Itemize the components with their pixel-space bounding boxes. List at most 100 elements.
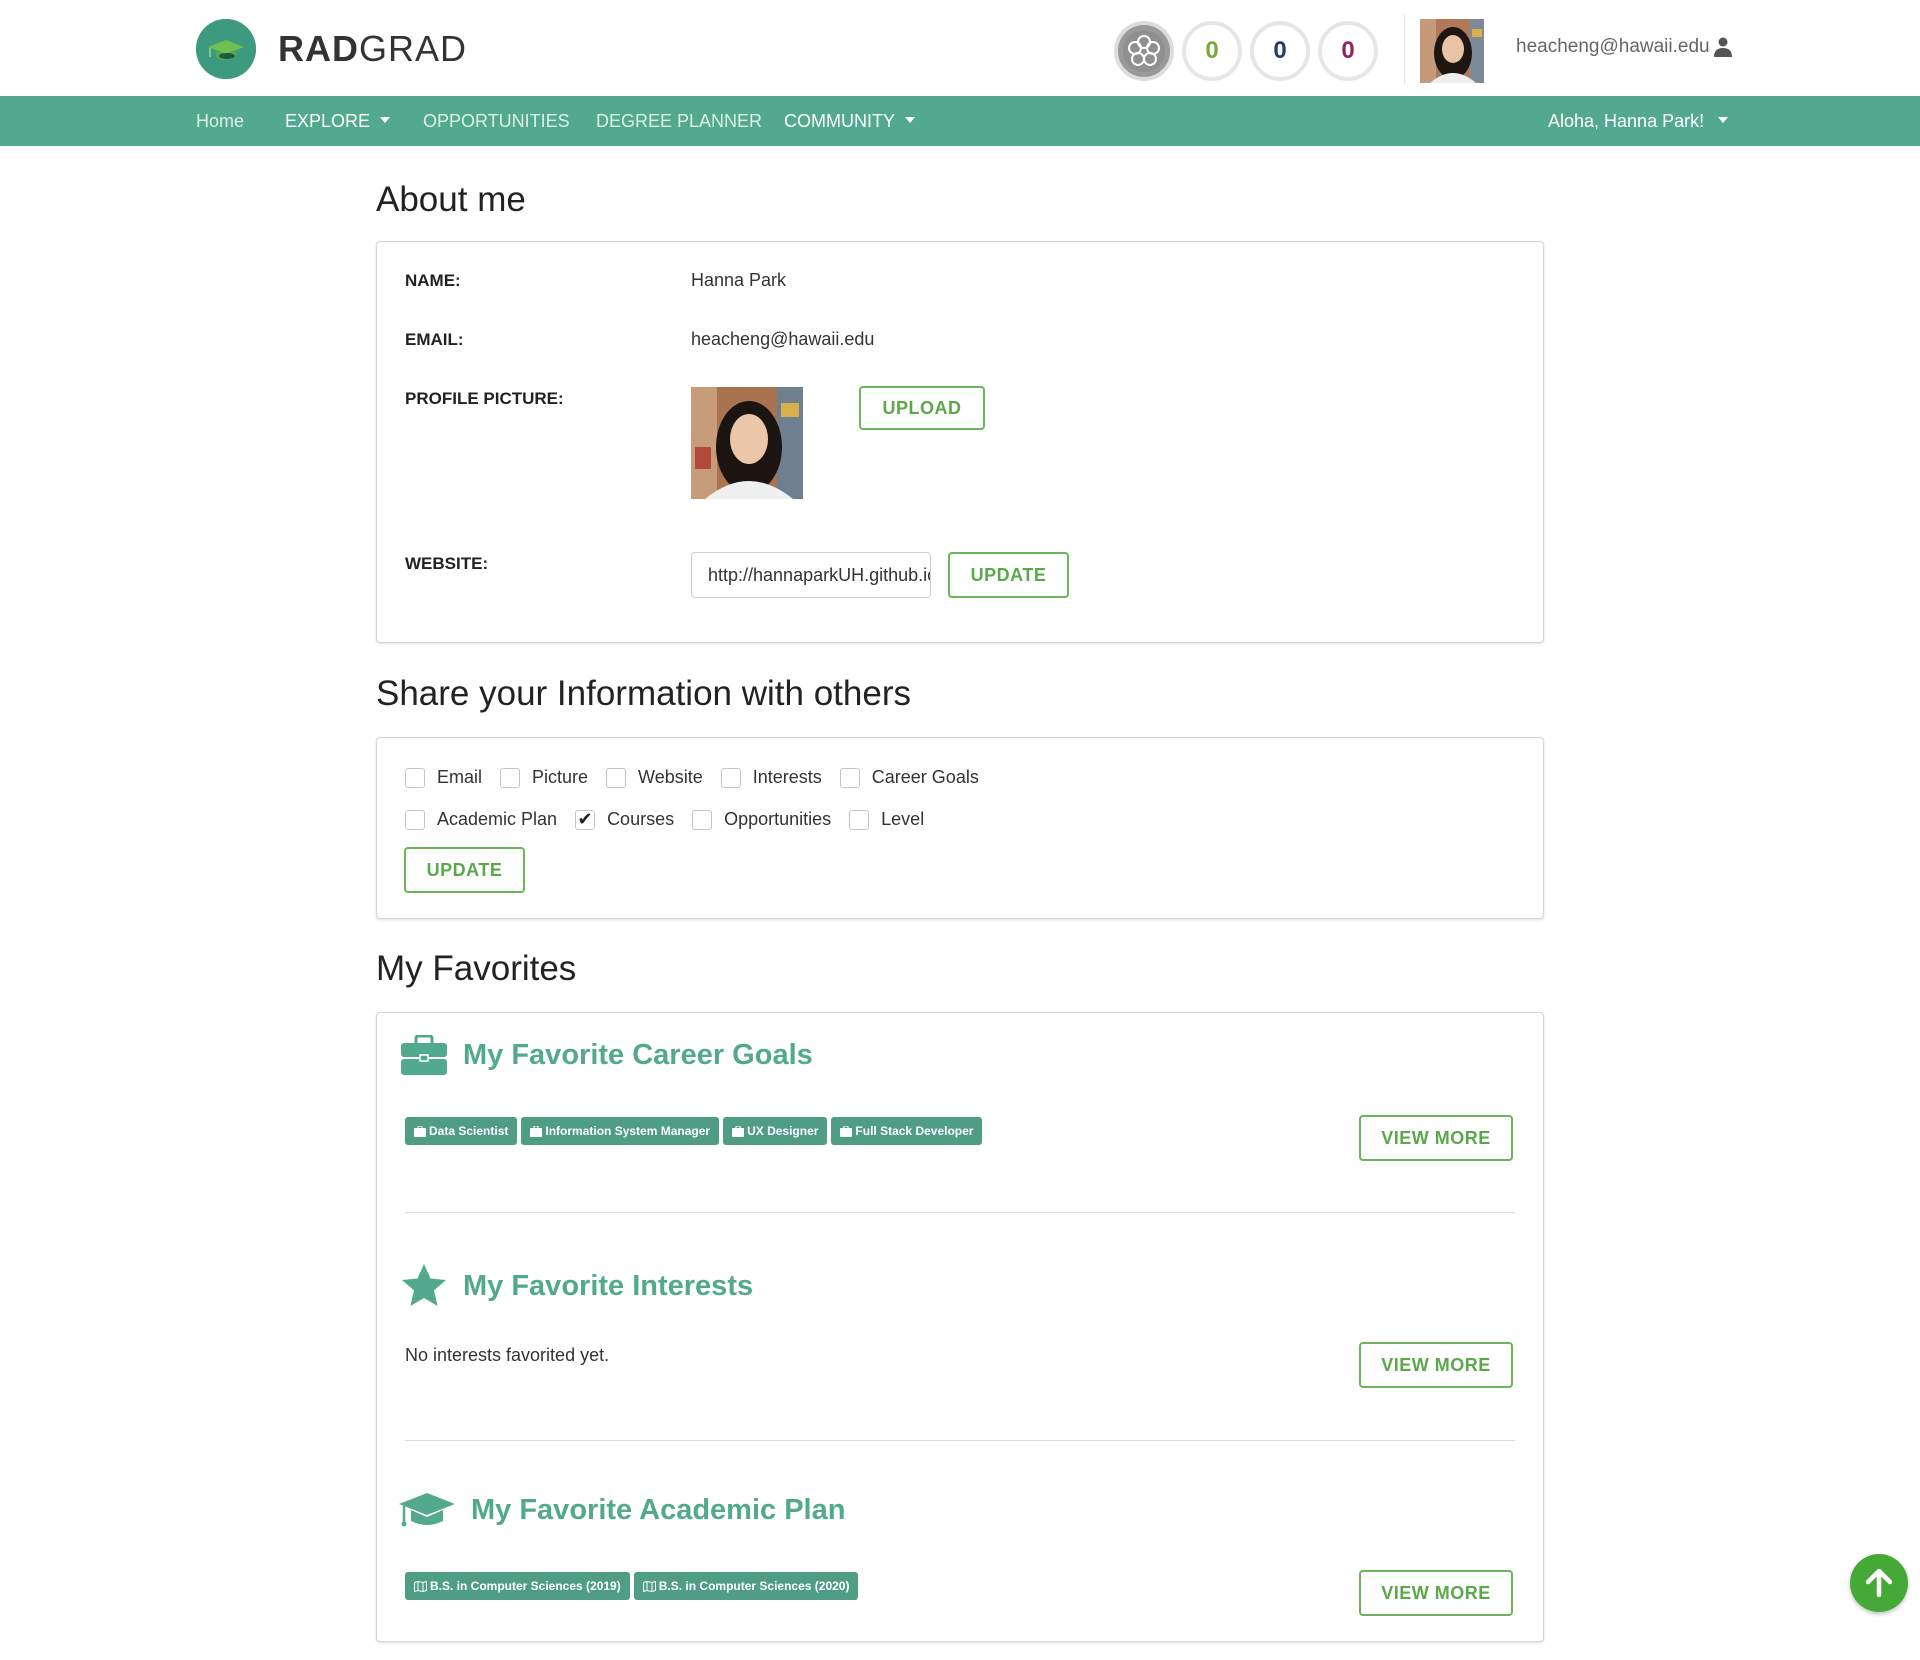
share-opportunities-checkbox[interactable]: Opportunities xyxy=(692,809,831,830)
nav-home[interactable]: Home xyxy=(196,96,244,146)
upload-picture-button[interactable]: UPLOAD xyxy=(859,386,985,430)
nav-community[interactable]: COMMUNITY xyxy=(784,96,915,146)
share-info-card: Email Picture Website Interests Career G… xyxy=(376,737,1544,919)
academic-plan-tag-label: B.S. in Computer Sciences (2020) xyxy=(658,1579,850,1593)
level-badge-icon[interactable] xyxy=(1114,21,1174,81)
email-label: EMAIL: xyxy=(405,330,464,349)
chevron-down-icon xyxy=(380,117,391,124)
favorite-academic-plan-header: My Favorite Academic Plan xyxy=(399,1490,845,1530)
career-goal-tag-label: Information System Manager xyxy=(545,1124,711,1138)
user-email: heacheng@hawaii.edu xyxy=(1516,36,1710,57)
chevron-down-icon xyxy=(1718,117,1729,124)
career-goal-tag[interactable]: Data Scientist xyxy=(405,1117,518,1145)
share-website-checkbox[interactable]: Website xyxy=(606,767,703,788)
academic-plan-tag[interactable]: B.S. in Computer Sciences (2020) xyxy=(633,1572,859,1600)
checkbox-box[interactable] xyxy=(606,767,627,788)
briefcase-icon xyxy=(530,1125,543,1137)
email-value: heacheng@hawaii.edu xyxy=(691,329,875,349)
view-more-career-goals-button[interactable]: VIEW MORE xyxy=(1359,1115,1513,1161)
map-icon xyxy=(642,1580,656,1592)
header-avatar[interactable] xyxy=(1420,19,1484,83)
experience-points-value: 0 xyxy=(1341,37,1355,64)
arrow-up-icon xyxy=(1866,1569,1892,1597)
name-label: NAME: xyxy=(405,271,461,290)
academic-plan-tag[interactable]: B.S. in Computer Sciences (2019) xyxy=(405,1572,630,1600)
share-options-row-1: Email Picture Website Interests Career G… xyxy=(405,767,997,788)
logo-wordmark-bold: RAD xyxy=(278,28,359,69)
career-goal-tag-label: Data Scientist xyxy=(429,1124,509,1138)
innovation-points[interactable]: 0 xyxy=(1182,21,1242,81)
favorite-career-goals-header: My Favorite Career Goals xyxy=(401,1035,813,1075)
nav-degree-planner[interactable]: DEGREE PLANNER xyxy=(596,96,762,146)
career-goal-tag[interactable]: UX Designer xyxy=(723,1117,828,1145)
profile-picture xyxy=(691,387,803,499)
share-interests-checkbox[interactable]: Interests xyxy=(720,767,822,788)
career-goal-tags: Data Scientist Information System Manage… xyxy=(405,1117,983,1145)
favorites-divider xyxy=(405,1440,1515,1441)
academic-plan-tags: B.S. in Computer Sciences (2019) B.S. in… xyxy=(405,1572,859,1600)
user-icon xyxy=(1713,37,1732,57)
view-more-academic-plan-button[interactable]: VIEW MORE xyxy=(1359,1570,1513,1616)
favorites-card: My Favorite Career Goals Data Scientist … xyxy=(376,1012,1544,1642)
logo-icon xyxy=(196,19,256,79)
share-picture-checkbox[interactable]: Picture xyxy=(500,767,588,788)
checkbox-box[interactable] xyxy=(720,767,741,788)
share-level-checkbox[interactable]: Level xyxy=(849,809,924,830)
checkbox-label: Picture xyxy=(532,767,589,787)
graduation-cap-icon xyxy=(399,1493,455,1527)
view-more-interests-button[interactable]: VIEW MORE xyxy=(1359,1342,1513,1388)
briefcase-icon xyxy=(414,1125,426,1137)
update-share-button[interactable]: UPDATE xyxy=(404,847,525,893)
radgrad-logo[interactable]: RADGRAD xyxy=(196,19,467,79)
no-interests-text: No interests favorited yet. xyxy=(405,1345,610,1365)
nav-community-label: COMMUNITY xyxy=(784,111,895,131)
checkbox-label: Interests xyxy=(752,767,822,787)
nav-explore[interactable]: EXPLORE xyxy=(285,96,391,146)
experience-points[interactable]: 0 xyxy=(1318,21,1378,81)
checkbox-box[interactable] xyxy=(405,809,425,830)
favorite-career-goals-title: My Favorite Career Goals xyxy=(463,1038,813,1071)
checkbox-label: Email xyxy=(437,767,483,787)
checkmark-icon: ✔ xyxy=(577,809,593,829)
favorite-interests-header: My Favorite Interests xyxy=(401,1263,753,1309)
competency-points-value: 0 xyxy=(1273,37,1287,64)
main-navbar: Home EXPLORE OPPORTUNITIES DEGREE PLANNE… xyxy=(0,96,1920,146)
user-email-menu[interactable]: heacheng@hawaii.edu xyxy=(1516,36,1732,58)
career-goal-tag-label: UX Designer xyxy=(747,1124,819,1138)
career-goal-tag-label: Full Stack Developer xyxy=(855,1124,974,1138)
academic-plan-tag-label: B.S. in Computer Sciences (2019) xyxy=(430,1579,621,1593)
logo-wordmark-light: GRAD xyxy=(359,28,468,69)
share-academic-plan-checkbox[interactable]: Academic Plan xyxy=(405,809,557,830)
checkbox-box[interactable] xyxy=(692,809,713,830)
name-value: Hanna Park xyxy=(691,270,787,290)
scroll-to-top-button[interactable] xyxy=(1850,1554,1908,1612)
about-me-heading: About me xyxy=(376,180,526,219)
share-email-checkbox[interactable]: Email xyxy=(405,767,482,788)
checkbox-checked-box[interactable]: ✔ xyxy=(575,809,596,830)
checkbox-label: Academic Plan xyxy=(437,809,558,829)
checkbox-box[interactable] xyxy=(500,767,521,788)
checkbox-box[interactable] xyxy=(405,767,425,788)
star-icon xyxy=(402,1264,446,1306)
share-info-heading: Share your Information with others xyxy=(376,674,911,713)
career-goal-tag[interactable]: Information System Manager xyxy=(521,1117,720,1145)
logo-wordmark: RADGRAD xyxy=(278,28,467,70)
share-career-goals-checkbox[interactable]: Career Goals xyxy=(839,767,979,788)
website-input[interactable]: http://hannaparkUH.github.io xyxy=(691,552,931,598)
update-website-button[interactable]: UPDATE xyxy=(948,552,1069,598)
favorites-heading: My Favorites xyxy=(376,949,577,988)
briefcase-icon xyxy=(732,1125,745,1137)
nav-opportunities[interactable]: OPPORTUNITIES xyxy=(423,96,570,146)
map-icon xyxy=(414,1580,427,1592)
share-courses-checkbox[interactable]: ✔ Courses xyxy=(575,809,674,830)
checkbox-label: Level xyxy=(881,809,925,829)
favorites-divider xyxy=(405,1212,1515,1213)
checkbox-box[interactable] xyxy=(839,767,860,788)
checkbox-label: Courses xyxy=(607,809,675,829)
user-greeting-menu[interactable]: Aloha, Hanna Park! xyxy=(1548,96,1729,146)
career-goal-tag[interactable]: Full Stack Developer xyxy=(831,1117,983,1145)
checkbox-box[interactable] xyxy=(849,809,870,830)
competency-points[interactable]: 0 xyxy=(1250,21,1310,81)
share-options-row-2: Academic Plan ✔ Courses Opportunities Lev… xyxy=(405,809,942,830)
checkbox-label: Opportunities xyxy=(724,809,832,829)
